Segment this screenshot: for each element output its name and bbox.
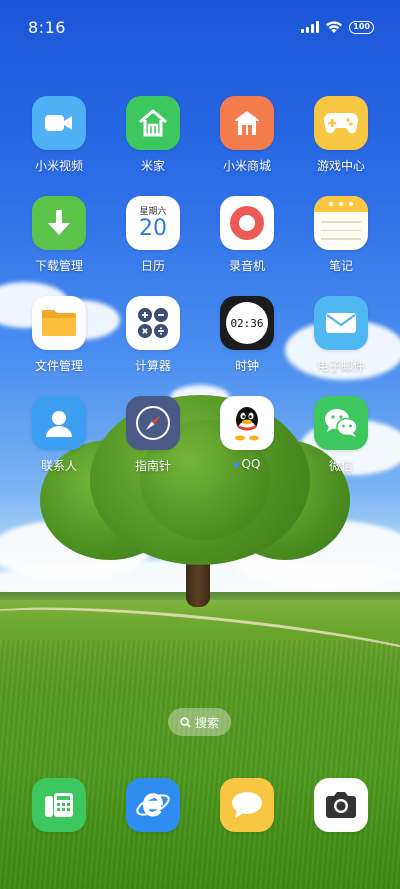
browser-icon [126,778,180,832]
app-label: 米家 [140,159,165,173]
folder-icon [32,296,86,350]
app-download-manager[interactable]: 下载管理 [12,196,106,274]
notes-icon [314,196,368,250]
compass-icon [126,396,180,450]
app-label: 电子邮件 [316,359,365,373]
app-compass[interactable]: 指南针 [106,396,200,474]
recorder-icon [220,196,274,250]
app-label: QQ [233,457,261,471]
clock-icon: 02:36 [220,296,274,350]
dock-browser[interactable] [106,778,200,832]
wifi-icon [326,21,343,33]
app-label: 计算器 [134,359,171,373]
wechat-icon [314,396,368,450]
mi-home-icon [126,96,180,150]
app-calculator[interactable]: 计算器 [106,296,200,374]
app-email[interactable]: 电子邮件 [294,296,388,374]
app-label: 时钟 [234,359,259,373]
app-file-manager[interactable]: 文件管理 [12,296,106,374]
app-label: 日历 [140,259,165,273]
app-clock[interactable]: 02:36 时钟 [200,296,294,374]
calendar-icon: 星期六 20 [126,196,180,250]
dock-messages[interactable] [200,778,294,832]
app-label: 游戏中心 [316,159,365,173]
qq-penguin-icon [220,396,274,450]
video-camera-icon [32,96,86,150]
app-qq[interactable]: QQ [200,396,294,474]
app-recorder[interactable]: 录音机 [200,196,294,274]
app-grid: 小米视频 米家 小米商城 游戏中心 下载管理 星期六 20 日历 录音机 笔记 … [12,96,388,474]
phone-icon [32,778,86,832]
app-label-text: QQ [241,457,261,471]
search-label: 搜索 [194,715,219,730]
clock-face: 02:36 [226,302,268,344]
app-label: 联系人 [40,459,77,473]
battery-indicator: 100 [349,20,374,34]
app-label: 录音机 [228,259,265,273]
status-bar: 8:16 100 [0,0,400,56]
app-label: 小米视频 [34,159,83,173]
app-mi-video[interactable]: 小米视频 [12,96,106,174]
calendar-day: 20 [139,215,167,241]
messages-icon [220,778,274,832]
contacts-icon [32,396,86,450]
new-install-dot-icon [233,461,239,467]
app-label: 微信 [328,459,353,473]
camera-icon [314,778,368,832]
dock [12,778,388,832]
dock-phone[interactable] [12,778,106,832]
status-icons: 100 [301,20,374,34]
download-icon [32,196,86,250]
clock-time: 8:16 [28,18,66,37]
app-label: 下载管理 [34,259,83,273]
app-label: 文件管理 [34,359,83,373]
dock-camera[interactable] [294,778,388,832]
app-contacts[interactable]: 联系人 [12,396,106,474]
app-label: 小米商城 [222,159,271,173]
mail-icon [314,296,368,350]
app-calendar[interactable]: 星期六 20 日历 [106,196,200,274]
app-wechat[interactable]: 微信 [294,396,388,474]
mi-store-icon [220,96,274,150]
cellular-signal-icon [301,21,320,33]
calendar-weekday: 星期六 [139,206,167,217]
app-mi-home[interactable]: 米家 [106,96,200,174]
app-label: 笔记 [328,259,353,273]
app-notes[interactable]: 笔记 [294,196,388,274]
calculator-icon [126,296,180,350]
app-game-center[interactable]: 游戏中心 [294,96,388,174]
search-icon [180,716,191,728]
app-label: 指南针 [134,459,171,473]
app-mi-store[interactable]: 小米商城 [200,96,294,174]
search-button[interactable]: 搜索 [168,708,231,736]
gamepad-icon [314,96,368,150]
